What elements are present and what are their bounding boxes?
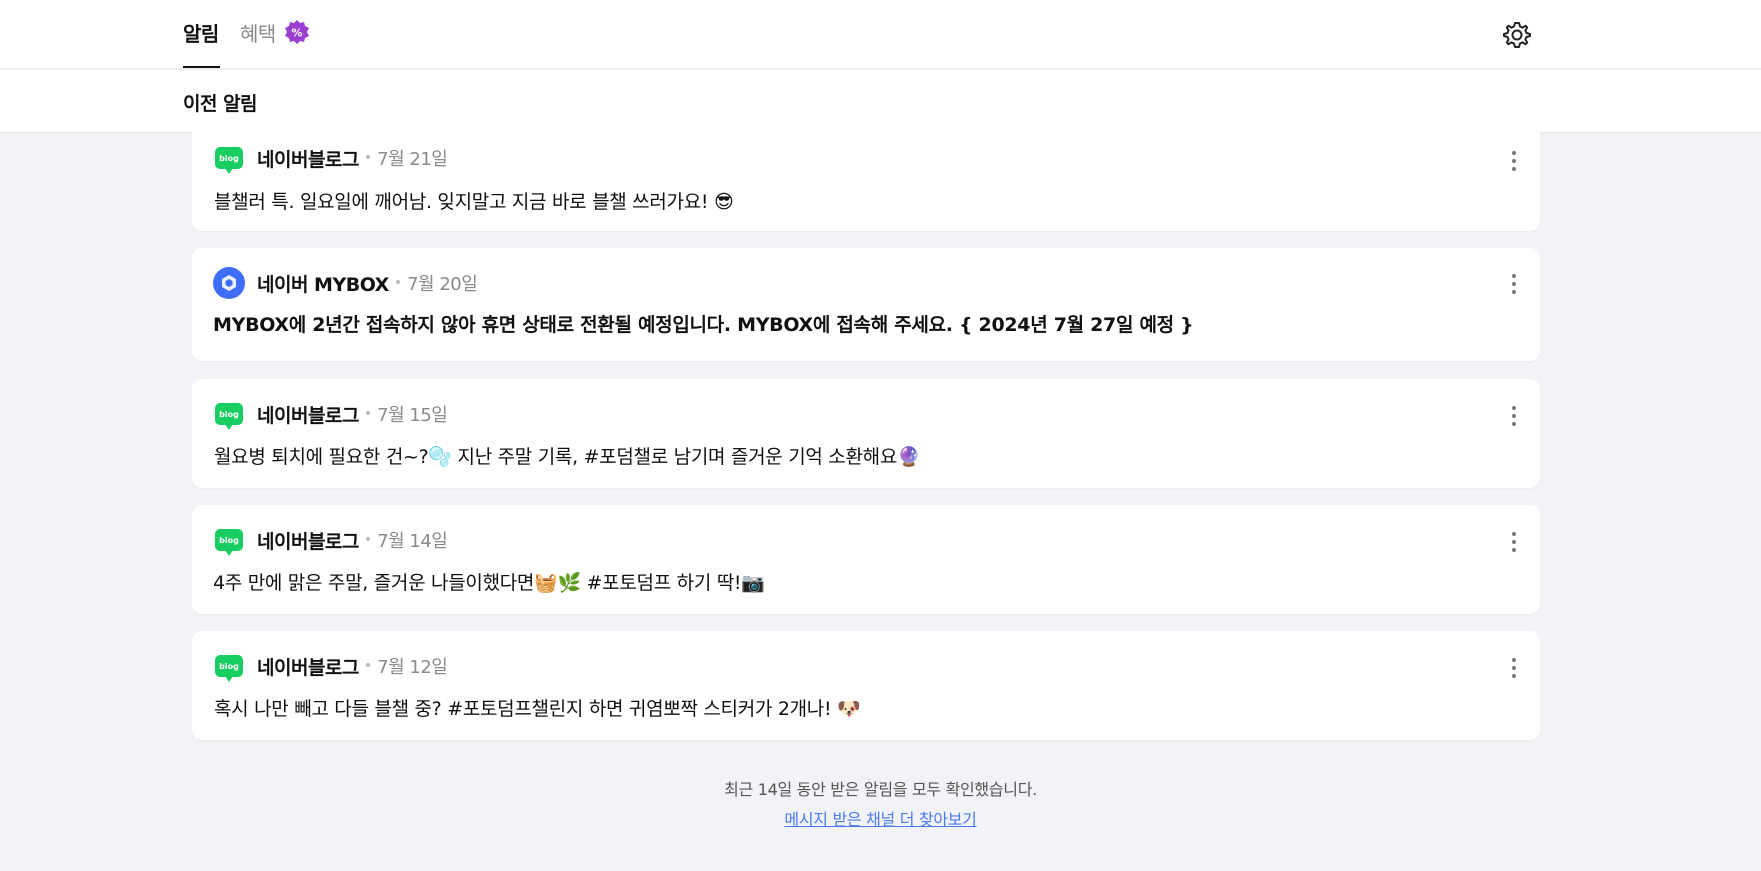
card-header: blog 네이버블로그 • 7월 21일	[213, 142, 448, 174]
notification-date: 7월 14일	[377, 531, 448, 552]
more-options-icon[interactable]	[1504, 528, 1524, 556]
card-header: blog 네이버블로그 • 7월 14일	[213, 524, 448, 556]
section-title: 이전 알림	[183, 93, 258, 115]
notification-card[interactable]: blog 네이버블로그 • 7월 14일 4주 만에 맑은 주말, 즐거운 나들…	[192, 505, 1540, 614]
notification-date: 7월 21일	[377, 149, 448, 170]
all-read-message: 최근 14일 동안 받은 알림을 모두 확인했습니다.	[724, 780, 1037, 799]
gear-icon[interactable]	[1502, 20, 1532, 50]
card-header: 네이버 MYBOX • 7월 20일	[213, 267, 478, 299]
notification-message: 블챌러 특. 일요일에 깨어남. 잊지말고 지금 바로 블챌 쓰러가요! 😎	[214, 191, 734, 213]
find-more-channels-link[interactable]: 메시지 받은 채널 더 찾아보기	[784, 806, 976, 830]
notification-message: 4주 만에 맑은 주말, 즐거운 나들이했다면🧺🌿 #포토덤프 하기 딱!📷	[213, 572, 765, 594]
channel-name: 네이버블로그	[257, 404, 359, 427]
mybox-icon	[213, 267, 245, 299]
more-options-icon[interactable]	[1504, 402, 1524, 430]
separator-dot: •	[393, 275, 403, 291]
blog-icon: blog	[213, 142, 245, 174]
percent-badge-icon[interactable]: %	[284, 19, 310, 45]
notification-date: 7월 12일	[377, 657, 448, 678]
notification-message: 월요병 퇴치에 필요한 건~?🫧 지난 주말 기록, #포덤챌로 남기며 즐거운…	[214, 446, 921, 468]
more-options-icon[interactable]	[1504, 654, 1524, 682]
notification-date: 7월 20일	[407, 274, 478, 295]
blog-icon: blog	[213, 524, 245, 556]
top-navigation: 알림 혜택 %	[0, 0, 1761, 69]
separator-dot: •	[363, 658, 373, 674]
notification-card[interactable]: blog 네이버블로그 • 7월 21일 블챌러 특. 일요일에 깨어남. 잊지…	[192, 120, 1540, 231]
blog-icon: blog	[213, 650, 245, 682]
svg-text:%: %	[291, 27, 302, 40]
card-header: blog 네이버블로그 • 7월 15일	[213, 398, 448, 430]
more-options-icon[interactable]	[1504, 270, 1524, 298]
notification-message: MYBOX에 2년간 접속하지 않아 휴면 상태로 전환될 예정입니다. MYB…	[213, 314, 1194, 336]
notification-card[interactable]: 네이버 MYBOX • 7월 20일 MYBOX에 2년간 접속하지 않아 휴면…	[192, 248, 1540, 361]
channel-name: 네이버 MYBOX	[257, 273, 389, 296]
tab-benefits[interactable]: 혜택	[240, 18, 276, 47]
list-footer: 최근 14일 동안 받은 알림을 모두 확인했습니다. 메시지 받은 채널 더 …	[0, 776, 1761, 830]
notification-date: 7월 15일	[377, 405, 448, 426]
channel-name: 네이버블로그	[257, 656, 359, 679]
notification-message: 혹시 나만 빼고 다들 블챌 중? #포토덤프챌린지 하면 귀염뽀짝 스티커가 …	[214, 698, 861, 720]
channel-name: 네이버블로그	[257, 530, 359, 553]
blog-icon: blog	[213, 398, 245, 430]
separator-dot: •	[363, 532, 373, 548]
notification-card[interactable]: blog 네이버블로그 • 7월 12일 혹시 나만 빼고 다들 블챌 중? #…	[192, 631, 1540, 740]
separator-dot: •	[363, 150, 373, 166]
separator-dot: •	[363, 406, 373, 422]
channel-name: 네이버블로그	[257, 148, 359, 171]
notification-card[interactable]: blog 네이버블로그 • 7월 15일 월요병 퇴치에 필요한 건~?🫧 지난…	[192, 379, 1540, 488]
active-tab-indicator	[183, 66, 220, 68]
more-options-icon[interactable]	[1504, 147, 1524, 175]
card-header: blog 네이버블로그 • 7월 12일	[213, 650, 448, 682]
tab-notifications[interactable]: 알림	[183, 18, 219, 47]
